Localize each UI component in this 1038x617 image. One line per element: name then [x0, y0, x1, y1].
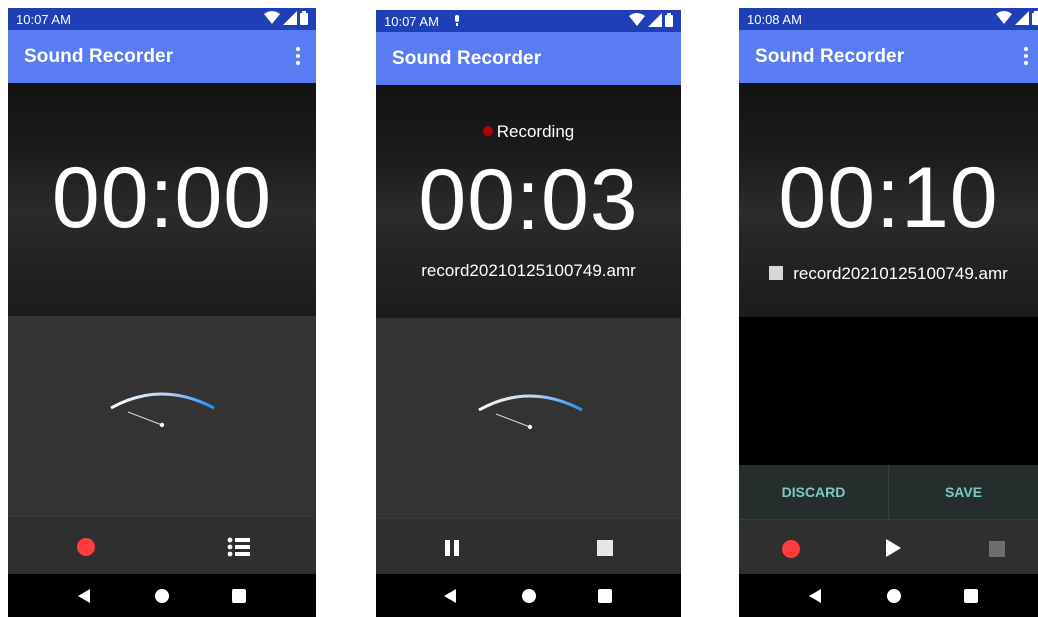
battery-icon: [300, 11, 308, 25]
recording-label: Recording: [496, 122, 575, 141]
control-bar: [376, 518, 681, 577]
stop-icon[interactable]: [597, 540, 613, 556]
timer-display: 00:03: [418, 152, 639, 248]
stop-icon[interactable]: [989, 541, 1005, 557]
system-icons: [996, 11, 1038, 25]
vu-meter: [110, 392, 215, 428]
overflow-menu-icon[interactable]: [1018, 45, 1034, 69]
file-name-label: record20210125100749.amr: [793, 264, 1008, 283]
app-bar: Sound Recorder: [739, 30, 1038, 83]
app-title: Sound Recorder: [24, 45, 174, 67]
discard-button[interactable]: DISCARD: [739, 465, 888, 519]
control-bar: [739, 519, 1038, 575]
system-icons: [264, 11, 308, 25]
status-time: 10:08 AM: [747, 11, 802, 27]
mic-icon: [454, 15, 459, 26]
timer-display: 00:10: [778, 150, 999, 246]
status-bar: 10:07 AM: [376, 10, 681, 32]
list-icon[interactable]: [227, 537, 251, 557]
app-title: Sound Recorder: [755, 45, 905, 67]
recents-icon[interactable]: [598, 589, 612, 603]
level-meter-area: [8, 316, 316, 516]
timer-area: Recording 00:03 record20210125100749.amr: [376, 85, 681, 318]
control-bar: [8, 516, 316, 575]
app-bar: Sound Recorder: [376, 32, 681, 85]
nav-bar: [8, 574, 316, 617]
record-button[interactable]: [782, 540, 800, 558]
signal-icon: [648, 13, 662, 27]
recording-dot-icon: [482, 126, 493, 136]
save-button[interactable]: SAVE: [889, 465, 1038, 519]
nav-bar: [739, 574, 1038, 617]
status-time: 10:07 AM: [16, 11, 71, 27]
action-bar: DISCARD SAVE: [739, 465, 1038, 519]
file-checkbox-icon[interactable]: [769, 266, 784, 280]
wifi-icon: [264, 11, 280, 24]
recording-state: Recording: [376, 122, 681, 142]
wifi-icon: [629, 13, 645, 26]
status-time: 10:07 AM: [384, 13, 439, 29]
app-bar: Sound Recorder: [8, 30, 316, 83]
status-bar: 10:07 AM: [8, 8, 316, 30]
home-icon[interactable]: [887, 589, 901, 603]
home-icon[interactable]: [522, 589, 536, 603]
pause-icon[interactable]: [445, 540, 459, 556]
phone-screen-idle: 10:07 AM Sound Recorder 00:00: [8, 8, 316, 617]
level-meter-area: [376, 318, 681, 518]
back-icon[interactable]: [78, 589, 90, 603]
overflow-menu-icon[interactable]: [290, 45, 306, 69]
app-title: Sound Recorder: [392, 47, 542, 69]
status-bar: 10:08 AM: [739, 8, 1038, 30]
timer-area: 00:00: [8, 83, 316, 316]
timer-area: 00:10 record20210125100749.amr: [739, 83, 1038, 317]
signal-icon: [283, 11, 297, 25]
wifi-icon: [996, 11, 1012, 24]
play-icon[interactable]: [886, 539, 901, 557]
signal-icon: [1015, 11, 1029, 25]
battery-icon: [1032, 11, 1038, 25]
phone-screen-stopped: 10:08 AM Sound Recorder 00:10 record2021…: [739, 8, 1038, 617]
recents-icon[interactable]: [232, 589, 246, 603]
back-icon[interactable]: [809, 589, 821, 603]
recents-icon[interactable]: [964, 589, 978, 603]
system-icons: [629, 13, 673, 27]
nav-bar: [376, 574, 681, 617]
timer-display: 00:00: [51, 150, 273, 246]
phone-screen-recording: 10:07 AM Sound Recorder Recording 00:03 …: [376, 10, 681, 617]
back-icon[interactable]: [444, 589, 456, 603]
home-icon[interactable]: [155, 589, 169, 603]
battery-icon: [665, 13, 673, 27]
file-name: record20210125100749.amr: [739, 264, 1038, 284]
empty-area: [739, 317, 1038, 465]
file-name-label: record20210125100749.amr: [421, 261, 636, 280]
file-name: record20210125100749.amr: [376, 261, 681, 281]
record-button[interactable]: [77, 538, 95, 556]
vu-meter: [478, 394, 583, 430]
